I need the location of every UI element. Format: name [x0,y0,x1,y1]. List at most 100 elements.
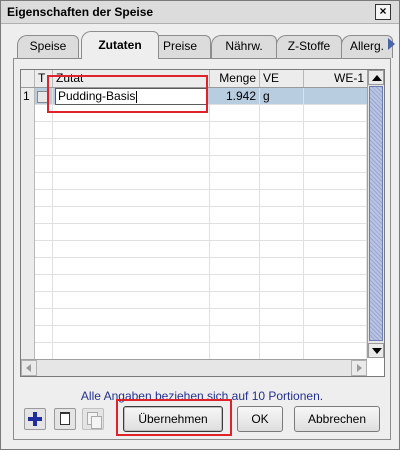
table-cell-empty[interactable] [35,173,53,190]
table-cell-empty[interactable] [35,258,53,275]
table-cell-empty[interactable] [210,326,260,343]
header-t[interactable]: T [35,70,53,87]
header-menge[interactable]: Menge [210,70,260,87]
table-cell-empty[interactable] [210,173,260,190]
table-cell-empty[interactable] [304,173,367,190]
table-cell-empty[interactable] [21,326,35,343]
table-cell-empty[interactable] [210,156,260,173]
table-cell-empty[interactable] [53,190,210,207]
table-cell-empty[interactable] [304,156,367,173]
we1-cell[interactable] [304,88,367,105]
table-cell-empty[interactable] [304,309,367,326]
scroll-thumb[interactable] [369,86,383,341]
table-cell-empty[interactable] [260,207,304,224]
table-cell-empty[interactable] [53,156,210,173]
table-cell-empty[interactable] [260,173,304,190]
table-cell-empty[interactable] [210,122,260,139]
scroll-left-button[interactable] [21,360,37,376]
table-cell-empty[interactable] [35,241,53,258]
type-checkbox[interactable] [37,91,48,103]
table-cell-empty[interactable] [304,326,367,343]
ok-button[interactable]: OK [237,406,283,432]
table-cell-empty[interactable] [53,173,210,190]
table-cell-empty[interactable] [260,309,304,326]
table-cell-empty[interactable] [260,139,304,156]
table-cell-empty[interactable] [260,241,304,258]
table-cell-empty[interactable] [210,190,260,207]
table-cell-empty[interactable] [260,122,304,139]
table-cell-empty[interactable] [21,190,35,207]
table-cell-empty[interactable] [260,190,304,207]
table-row-empty[interactable] [21,241,367,258]
tab-allergene[interactable]: Allerg. [341,35,393,58]
table-row-empty[interactable] [21,326,367,343]
tab-scroll-right-icon[interactable] [388,38,395,50]
table-row-empty[interactable] [21,292,367,309]
scroll-down-button[interactable] [368,343,384,358]
table-cell-empty[interactable] [21,156,35,173]
table-row-empty[interactable] [21,309,367,326]
tab-speise[interactable]: Speise [17,35,79,58]
table-cell-empty[interactable] [53,309,210,326]
table-cell-empty[interactable] [53,139,210,156]
table-cell-empty[interactable] [35,190,53,207]
table-cell-empty[interactable] [35,224,53,241]
table-cell-empty[interactable] [53,105,210,122]
copy-ingredient-button[interactable] [82,408,104,430]
table-cell-empty[interactable] [21,258,35,275]
table-row-empty[interactable] [21,275,367,292]
table-cell-empty[interactable] [35,326,53,343]
table-cell-empty[interactable] [304,292,367,309]
table-cell-empty[interactable] [21,173,35,190]
table-cell-empty[interactable] [21,343,35,360]
table-row-empty[interactable] [21,224,367,241]
table-cell-empty[interactable] [210,292,260,309]
tab-zutaten[interactable]: Zutaten [81,31,159,59]
table-cell-empty[interactable] [21,292,35,309]
table-cell-empty[interactable] [260,258,304,275]
table-cell-empty[interactable] [210,224,260,241]
table-cell-empty[interactable] [210,105,260,122]
vertical-scrollbar[interactable] [367,70,384,358]
table-cell-empty[interactable] [53,122,210,139]
table-cell-empty[interactable] [304,105,367,122]
table-cell-empty[interactable] [21,139,35,156]
table-cell-empty[interactable] [260,156,304,173]
table-cell-empty[interactable] [260,326,304,343]
table-cell-empty[interactable] [53,258,210,275]
table-row-empty[interactable] [21,173,367,190]
table-cell-empty[interactable] [53,275,210,292]
zutat-input[interactable]: Pudding-Basis [55,88,208,105]
table-row-empty[interactable] [21,156,367,173]
table-cell-empty[interactable] [21,105,35,122]
table-cell-empty[interactable] [35,207,53,224]
table-cell-empty[interactable] [210,258,260,275]
add-ingredient-button[interactable] [24,408,46,430]
header-ve[interactable]: VE [260,70,304,87]
table-cell-empty[interactable] [210,343,260,360]
table-row-empty[interactable] [21,105,367,122]
table-cell-empty[interactable] [210,139,260,156]
table-cell-empty[interactable] [21,309,35,326]
table-cell-empty[interactable] [21,275,35,292]
table-cell-empty[interactable] [260,343,304,360]
table-row-empty[interactable] [21,258,367,275]
header-we1[interactable]: WE-1 [304,70,367,87]
table-row-empty[interactable] [21,122,367,139]
table-cell-empty[interactable] [304,139,367,156]
table-cell-empty[interactable] [53,241,210,258]
table-cell-empty[interactable] [210,207,260,224]
table-cell-empty[interactable] [35,122,53,139]
apply-button[interactable]: Übernehmen [123,406,223,432]
table-row-empty[interactable] [21,343,367,360]
table-cell-empty[interactable] [21,224,35,241]
close-icon[interactable]: × [375,4,391,20]
ve-cell[interactable]: g [260,88,304,105]
table-row-empty[interactable] [21,190,367,207]
table-cell-empty[interactable] [210,241,260,258]
horizontal-scrollbar[interactable] [21,359,367,376]
row-type-cell[interactable] [35,88,53,105]
header-zutat[interactable]: Zutat [53,70,210,87]
table-cell-empty[interactable] [35,309,53,326]
table-row-empty[interactable] [21,139,367,156]
